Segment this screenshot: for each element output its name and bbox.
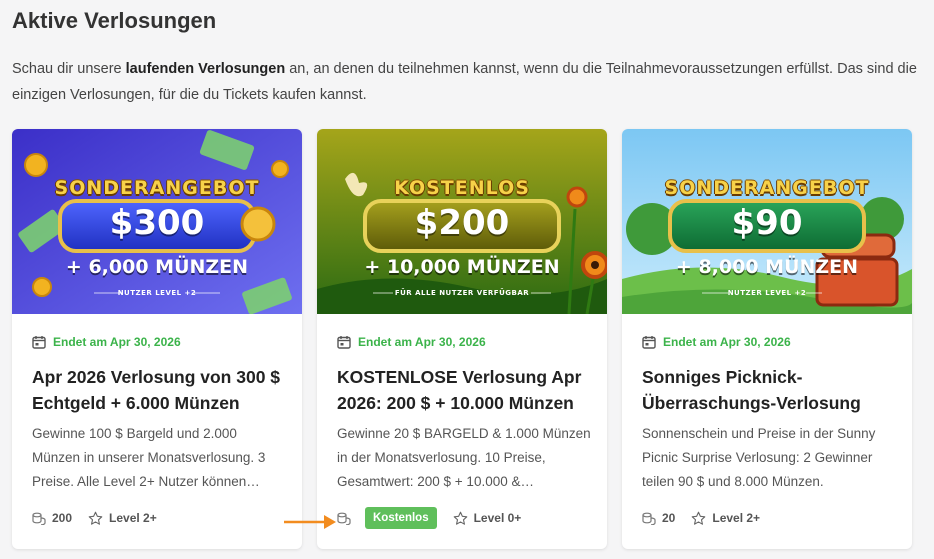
banner-headline: KOSTENLOS (394, 177, 530, 199)
calendar-icon (337, 336, 351, 349)
level-text: Level 2+ (109, 511, 157, 525)
ticket-cost (337, 511, 357, 525)
end-date-text: Endet am Apr 30, 2026 (663, 335, 791, 349)
level-requirement: Level 2+ (691, 511, 760, 526)
raffle-card-1[interactable]: SONDERANGEBOT $300 + 6,000 MÜNZEN NUTZER… (12, 129, 302, 549)
calendar-icon (32, 336, 46, 349)
banner-amount: $200 (414, 203, 510, 243)
banner-subline: + 10,000 MÜNZEN (364, 256, 560, 278)
page-title: Aktive Verlosungen (12, 8, 217, 33)
star-icon (88, 511, 103, 525)
coins-icon (337, 512, 351, 525)
end-date-text: Endet am Apr 30, 2026 (53, 335, 181, 349)
ticket-cost-value: 20 (662, 511, 676, 525)
orange-arrow-annotation (284, 515, 336, 529)
raffle-title[interactable]: Sonniges Picknick-Überraschungs-Verlosun… (642, 364, 898, 416)
end-date: Endet am Apr 30, 2026 (642, 330, 898, 354)
card-body: Endet am Apr 30, 2026 Apr 2026 Verlosung… (32, 330, 288, 525)
coins-icon (642, 512, 656, 525)
banner-amount: $300 (109, 203, 205, 243)
level-text: Level 2+ (712, 511, 761, 525)
banner-headline: SONDERANGEBOT (664, 177, 870, 199)
raffle-banner[interactable]: KOSTENLOS $200 + 10,000 MÜNZEN FÜR ALLE … (317, 129, 607, 314)
level-requirement: Level 0+ (453, 511, 522, 526)
raffle-description: Gewinne 100 $ Bargeld und 2.000 Münzen i… (32, 426, 266, 489)
end-date-text: Endet am Apr 30, 2026 (358, 335, 486, 349)
coins-icon (32, 512, 46, 525)
raffle-meta: Kostenlos Level 0+ (337, 505, 537, 531)
ticket-cost-value: 200 (52, 511, 73, 525)
raffle-title[interactable]: KOSTENLOSE Verlosung Apr 2026: 200 $ + 1… (337, 364, 593, 416)
intro-text: Schau dir unsere laufenden Verlosungen a… (12, 56, 917, 108)
card-body: Endet am Apr 30, 2026 Sonniges Picknick-… (642, 330, 898, 525)
banner-subline: + 6,000 MÜNZEN (65, 256, 249, 278)
banner-subline: + 8,000 MÜNZEN (675, 256, 859, 278)
star-icon (453, 511, 467, 525)
ticket-cost: 200 (32, 511, 72, 525)
banner-footnote: FÜR ALLE NUTZER VERFÜGBAR (394, 289, 530, 297)
banner-footnote: NUTZER LEVEL +2 (117, 289, 197, 297)
end-date: Endet am Apr 30, 2026 (32, 330, 288, 354)
banner-amount: $90 (731, 203, 803, 243)
level-requirement: Level 2+ (88, 511, 157, 526)
raffle-meta: 200 Level 2+ (32, 505, 173, 531)
raffle-description: Sonnenschein und Preise in der Sunny Pic… (642, 426, 876, 489)
raffle-meta: 20 Level 2+ (642, 505, 776, 531)
raffle-banner[interactable]: SONDERANGEBOT $90 + 8,000 MÜNZEN NUTZER … (622, 129, 912, 314)
intro-part-1: Schau dir unsere (12, 61, 126, 77)
intro-bold: laufenden Verlosungen (125, 61, 286, 77)
ticket-cost: 20 (642, 511, 675, 525)
banner-footnote: NUTZER LEVEL +2 (727, 289, 807, 297)
end-date: Endet am Apr 30, 2026 (337, 330, 593, 354)
raffle-card-3[interactable]: SONDERANGEBOT $90 + 8,000 MÜNZEN NUTZER … (622, 129, 912, 549)
free-badge: Kostenlos (365, 507, 437, 529)
raffle-title[interactable]: Apr 2026 Verlosung von 300 $ Echtgeld + … (32, 364, 288, 416)
calendar-icon (642, 336, 656, 349)
raffle-description: Gewinne 20 $ BARGELD & 1.000 Münzen in d… (337, 426, 591, 489)
banner-headline: SONDERANGEBOT (54, 177, 260, 199)
card-body: Endet am Apr 30, 2026 KOSTENLOSE Verlosu… (337, 330, 593, 529)
raffle-banner[interactable]: SONDERANGEBOT $300 + 6,000 MÜNZEN NUTZER… (12, 129, 302, 314)
level-text: Level 0+ (473, 511, 522, 525)
raffle-card-2[interactable]: KOSTENLOS $200 + 10,000 MÜNZEN FÜR ALLE … (317, 129, 607, 549)
star-icon (692, 511, 706, 525)
